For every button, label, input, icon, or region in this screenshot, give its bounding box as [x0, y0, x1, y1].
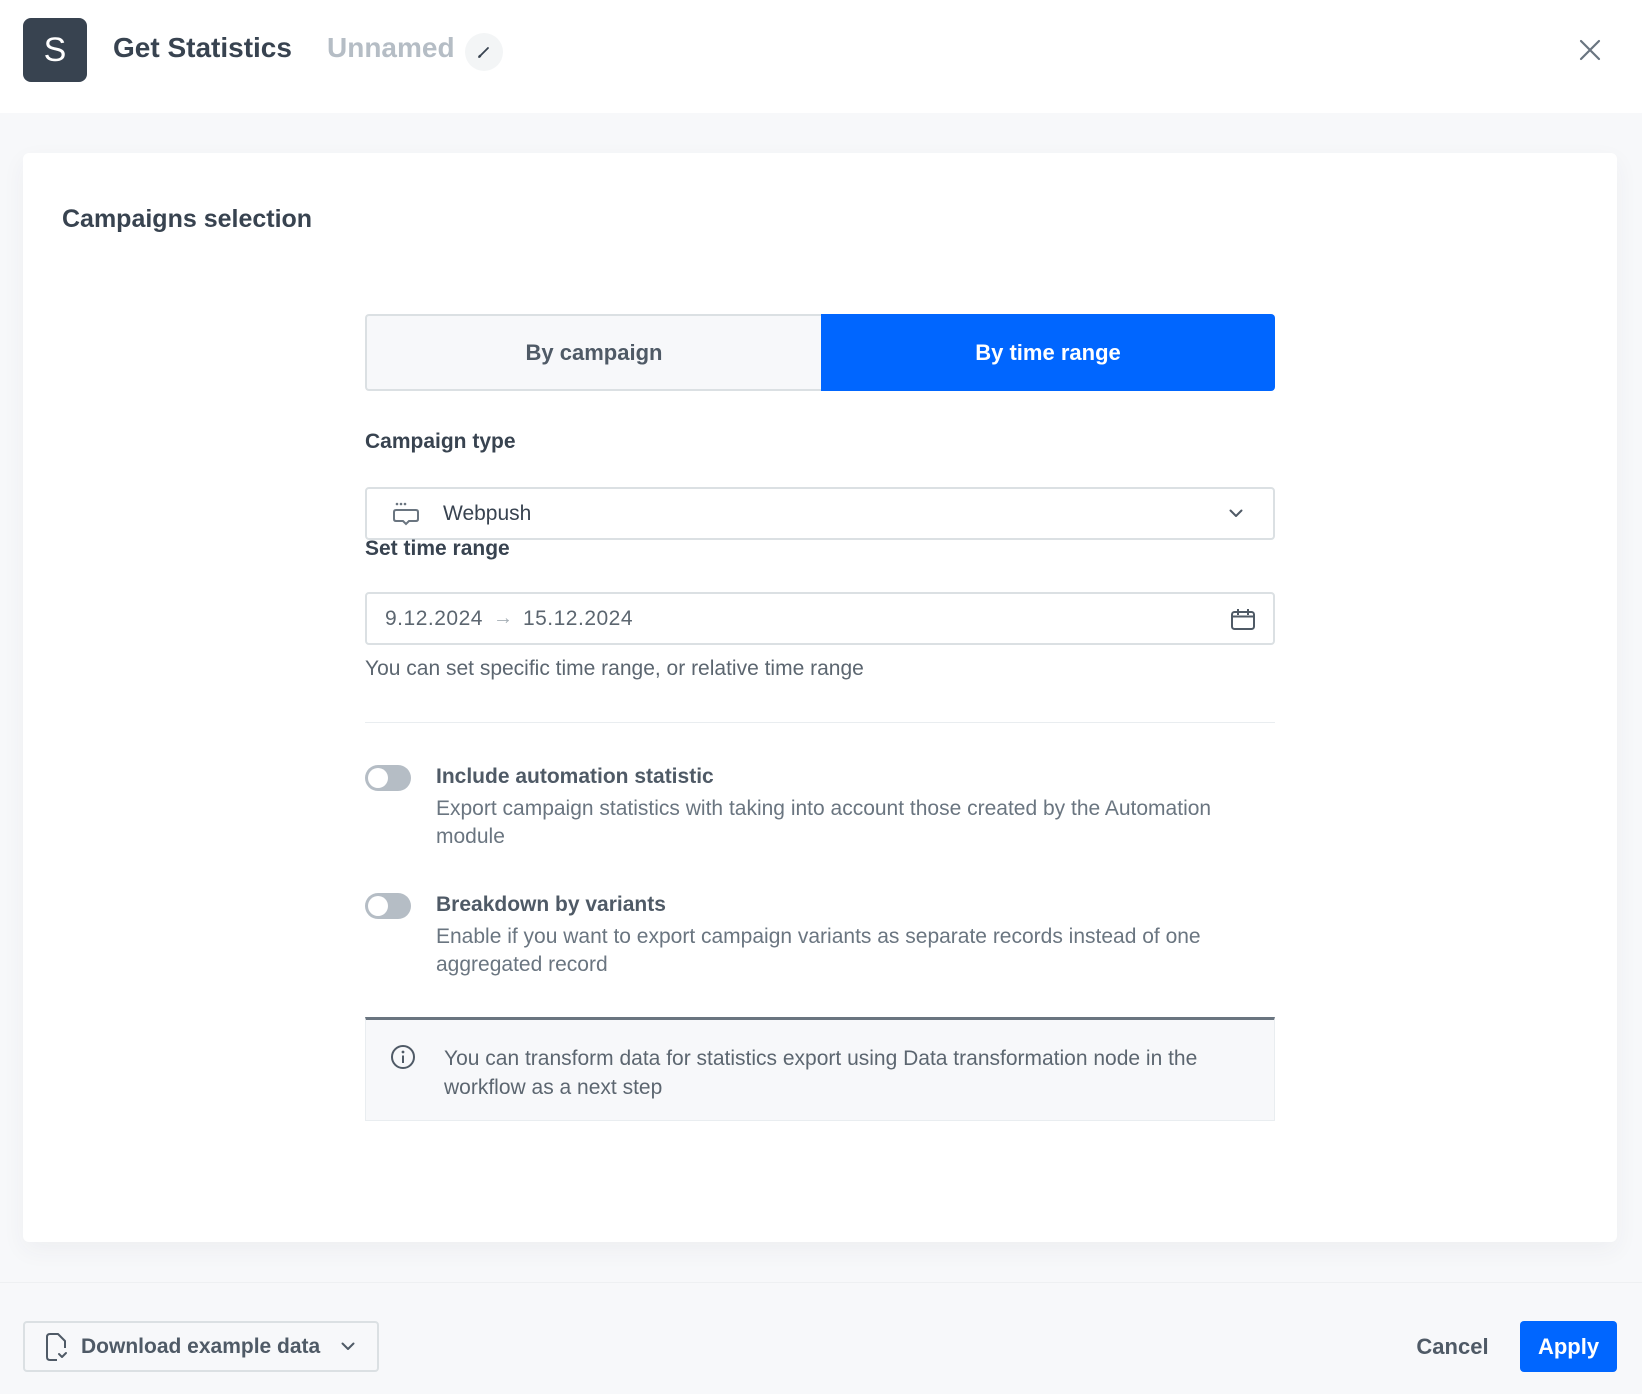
apply-button[interactable]: Apply — [1520, 1321, 1617, 1372]
close-icon — [1579, 39, 1601, 61]
breakdown-variants-toggle[interactable] — [365, 893, 411, 919]
toggle-knob — [368, 896, 388, 916]
breakdown-variants-title: Breakdown by variants — [436, 893, 666, 916]
campaigns-selection-card: Campaigns selection By campaign By time … — [23, 153, 1617, 1242]
file-download-icon — [44, 1332, 70, 1362]
breakdown-variants-description: Enable if you want to export campaign va… — [436, 925, 1201, 976]
download-example-data-button[interactable]: Download example data — [23, 1321, 379, 1372]
node-title: Get Statistics — [113, 32, 292, 63]
toggle-knob — [368, 768, 388, 788]
section-title: Campaigns selection — [62, 205, 313, 233]
info-icon — [390, 1044, 416, 1070]
divider — [365, 722, 1275, 723]
info-banner: You can transform data for statistics ex… — [365, 1017, 1275, 1121]
webpush-icon — [391, 500, 421, 528]
modal-header: S Get Statistics Unnamed — [0, 0, 1642, 113]
chevron-down-icon — [340, 1339, 356, 1355]
pencil-icon — [478, 47, 489, 58]
download-example-data-label: Download example data — [81, 1334, 321, 1358]
campaign-type-select[interactable]: Webpush — [365, 487, 1275, 540]
selection-mode-tabs: By campaign By time range — [365, 314, 1275, 391]
include-automation-description: Export campaign statistics with taking i… — [436, 797, 1212, 848]
edit-name-button[interactable] — [465, 33, 503, 71]
tab-by-time-range[interactable]: By time range — [821, 314, 1275, 391]
time-range-input[interactable]: 9.12.2024 → 15.12.2024 — [365, 592, 1275, 645]
close-button[interactable] — [1576, 36, 1604, 64]
include-automation-title: Include automation statistic — [436, 765, 714, 788]
app-icon-letter: S — [43, 30, 67, 69]
range-start-date: 9.12.2024 — [385, 606, 483, 630]
app-icon: S — [23, 18, 87, 82]
chevron-down-icon — [1227, 505, 1245, 523]
range-end-date: 15.12.2024 — [522, 606, 634, 630]
include-automation-toggle[interactable] — [365, 765, 411, 791]
time-range-label: Set time range — [365, 537, 510, 560]
node-name[interactable]: Unnamed — [327, 32, 455, 64]
cancel-button[interactable]: Cancel — [1405, 1321, 1500, 1372]
campaign-type-label: Campaign type — [365, 430, 516, 453]
time-range-hint: You can set specific time range, or rela… — [365, 657, 864, 680]
arrow-right-icon: → — [492, 607, 513, 629]
info-text: You can transform data for statistics ex… — [444, 1047, 1198, 1099]
calendar-icon[interactable] — [1229, 605, 1257, 633]
campaign-type-value: Webpush — [443, 501, 532, 525]
footer-divider — [0, 1282, 1642, 1283]
tab-by-campaign[interactable]: By campaign — [365, 314, 821, 391]
